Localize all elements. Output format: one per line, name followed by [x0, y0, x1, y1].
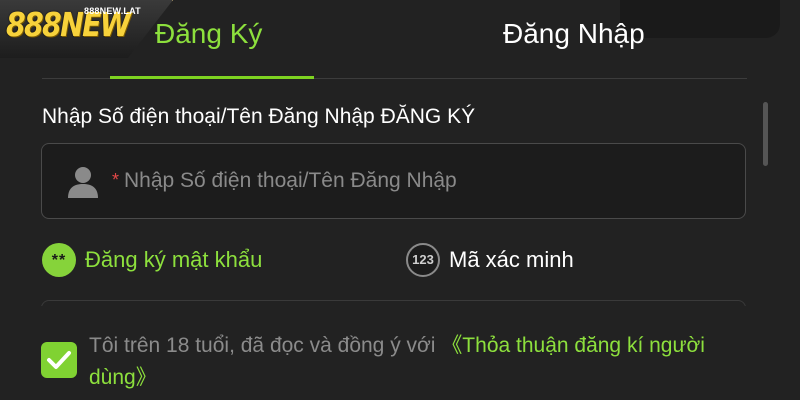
username-placeholder: Nhập Số điện thoại/Tên Đăng Nhập [124, 169, 457, 192]
username-field-label: Nhập Số điện thoại/Tên Đăng Nhập ĐĂNG KÝ [42, 105, 476, 128]
logo-domain: 888NEW.LAT [84, 6, 141, 16]
register-panel: 888NEW 888NEW.LAT Đăng Ký Đăng Nhập Nhập… [0, 0, 800, 400]
tab-login[interactable]: Đăng Nhập [503, 14, 645, 54]
tab-register[interactable]: Đăng Ký [155, 14, 262, 54]
password-option-label[interactable]: Đăng ký mật khẩu [85, 247, 262, 273]
verification-code-icon[interactable]: 123 [406, 243, 440, 277]
active-tab-indicator [110, 76, 314, 79]
agreement-statement: Tôi trên 18 tuổi, đã đọc và đồng ý với [89, 334, 442, 357]
password-option-icon[interactable]: ** [42, 243, 76, 277]
required-mark: * [112, 170, 120, 190]
agreement-text: Tôi trên 18 tuổi, đã đọc và đồng ý với 《… [89, 330, 759, 394]
check-icon [47, 351, 71, 369]
brand-logo[interactable]: 888NEW 888NEW.LAT [0, 0, 173, 58]
username-input[interactable]: * Nhập Số điện thoại/Tên Đăng Nhập [41, 143, 746, 219]
agree-checkbox[interactable] [41, 342, 77, 378]
user-icon [68, 167, 98, 198]
verification-code-label[interactable]: Mã xác minh [449, 247, 574, 273]
scrollbar[interactable] [763, 102, 768, 166]
